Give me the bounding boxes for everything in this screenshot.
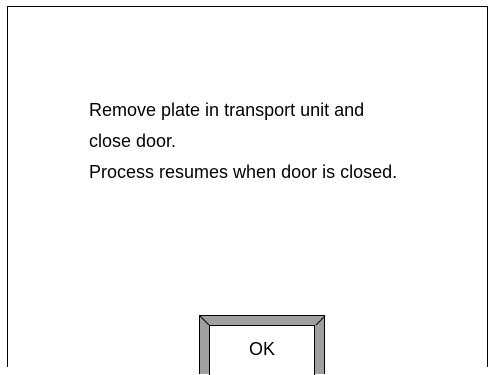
message-line-1: Remove plate in transport unit and bbox=[89, 100, 365, 120]
dialog-message: Remove plate in transport unit and close… bbox=[89, 95, 488, 188]
ok-button[interactable]: OK bbox=[199, 315, 326, 375]
ok-button-label: OK bbox=[209, 325, 315, 375]
message-dialog: Remove plate in transport unit and close… bbox=[7, 6, 488, 375]
message-line-3: Process resumes when door is closed. bbox=[89, 162, 398, 182]
message-line-2: close door. bbox=[89, 131, 177, 151]
